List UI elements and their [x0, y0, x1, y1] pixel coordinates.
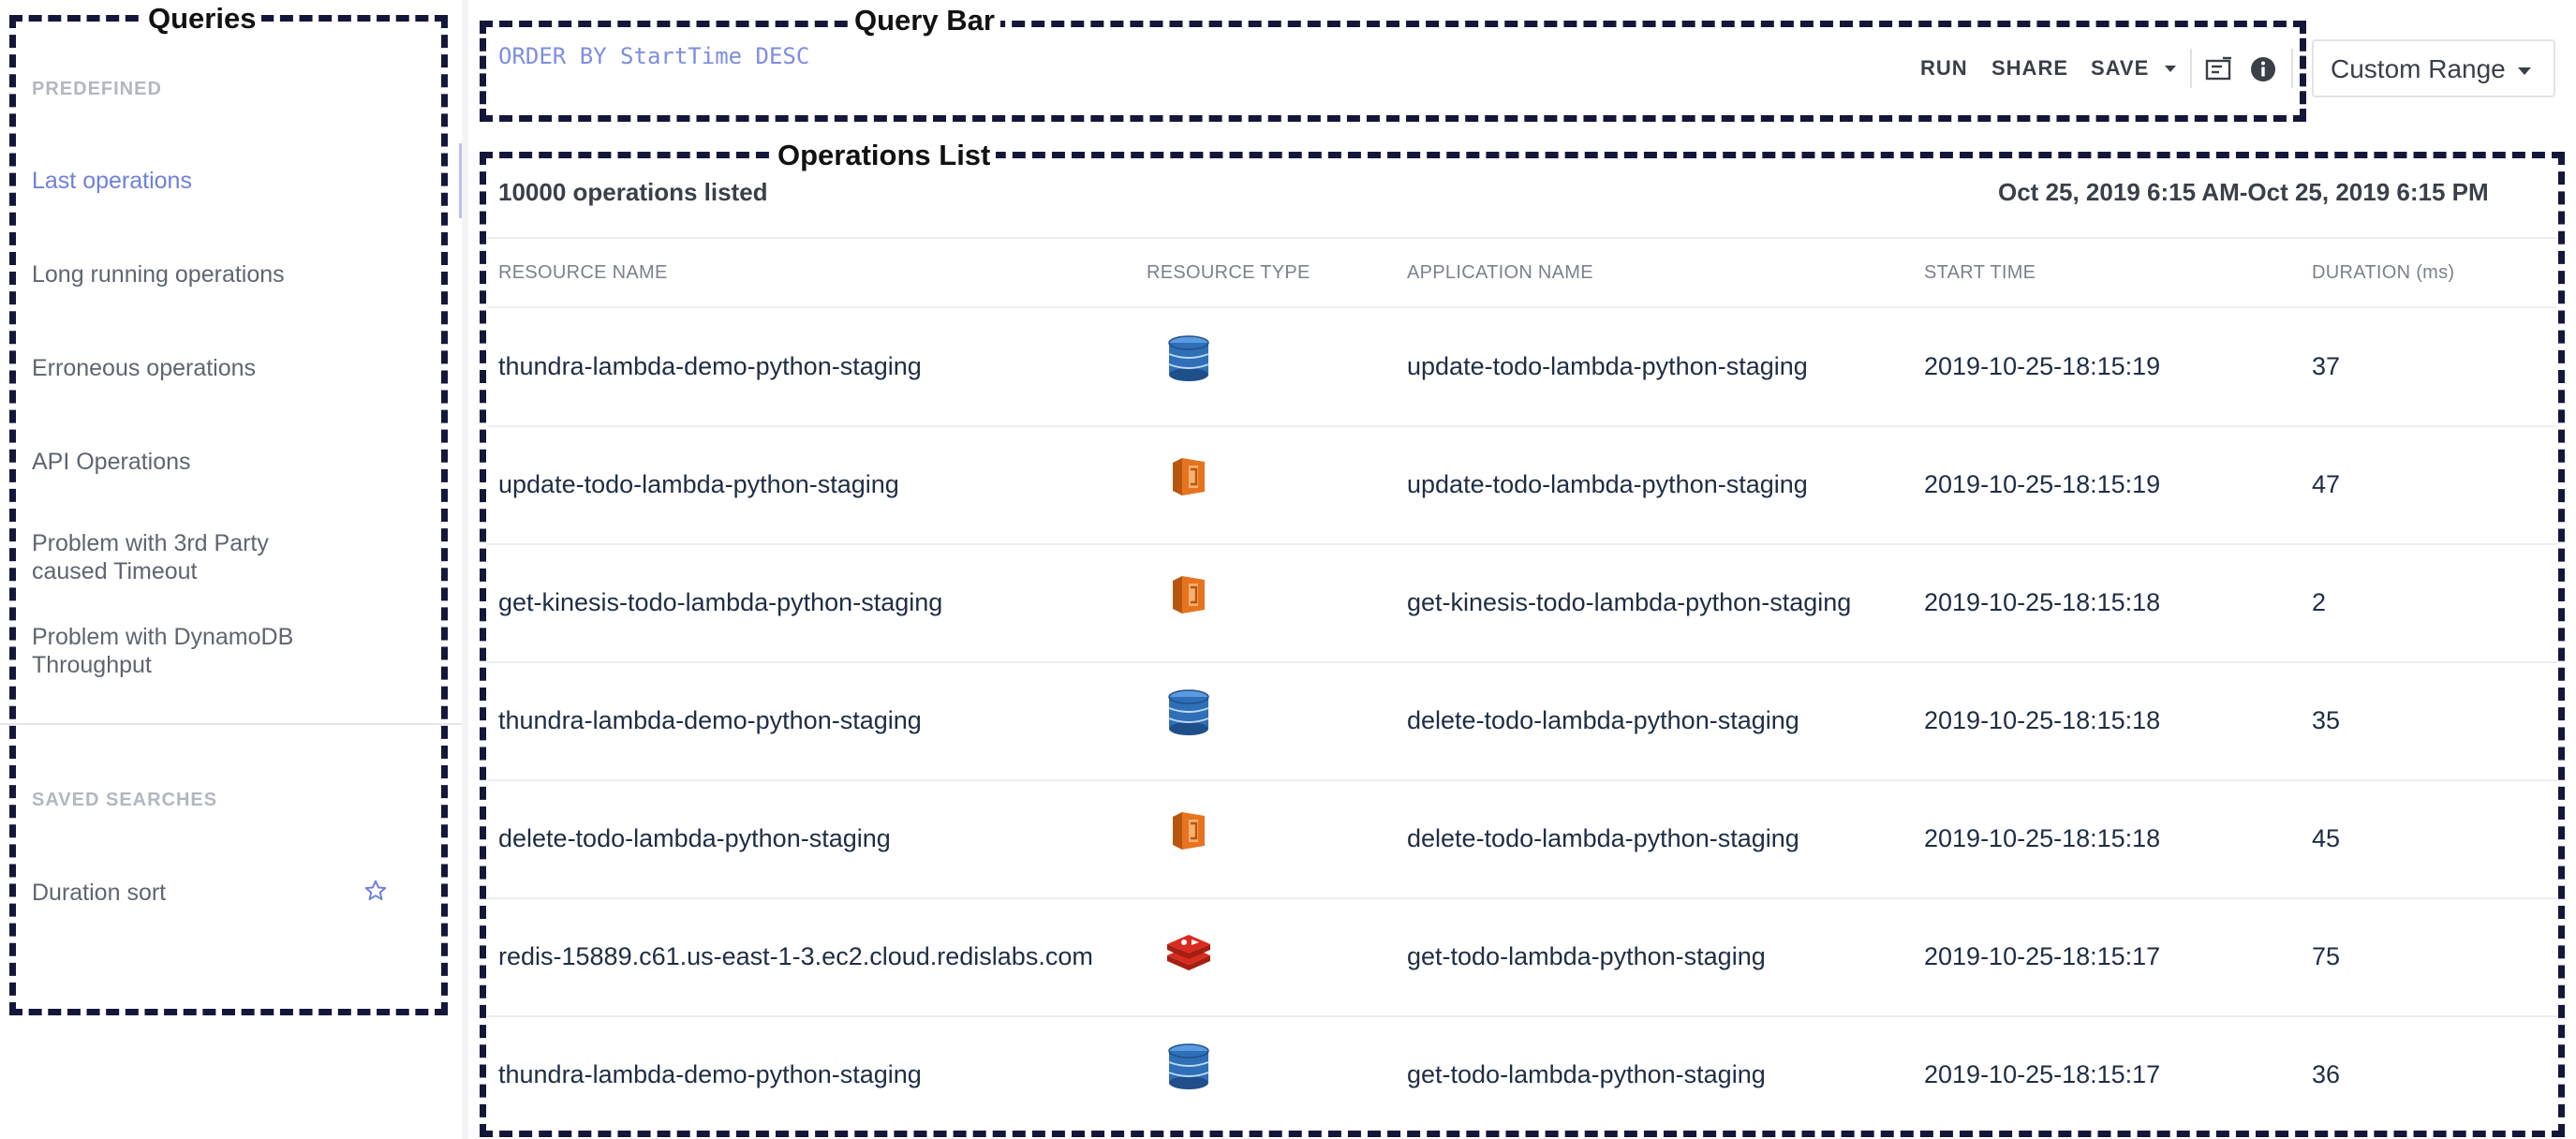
query-bar-annotation-label: Query Bar — [849, 4, 1000, 37]
sidebar-edge — [462, 0, 468, 1139]
operations-list-annotation-label: Operations List — [772, 139, 997, 172]
queries-annotation-box — [9, 15, 448, 1015]
query-bar-annotation-box — [480, 21, 2306, 122]
operations-list-annotation-box — [480, 152, 2565, 1137]
queries-annotation-label: Queries — [142, 2, 262, 36]
chevron-down-icon — [2518, 67, 2531, 75]
custom-range-label: Custom Range — [2331, 54, 2506, 83]
custom-range-dropdown[interactable]: Custom Range — [2312, 39, 2555, 97]
